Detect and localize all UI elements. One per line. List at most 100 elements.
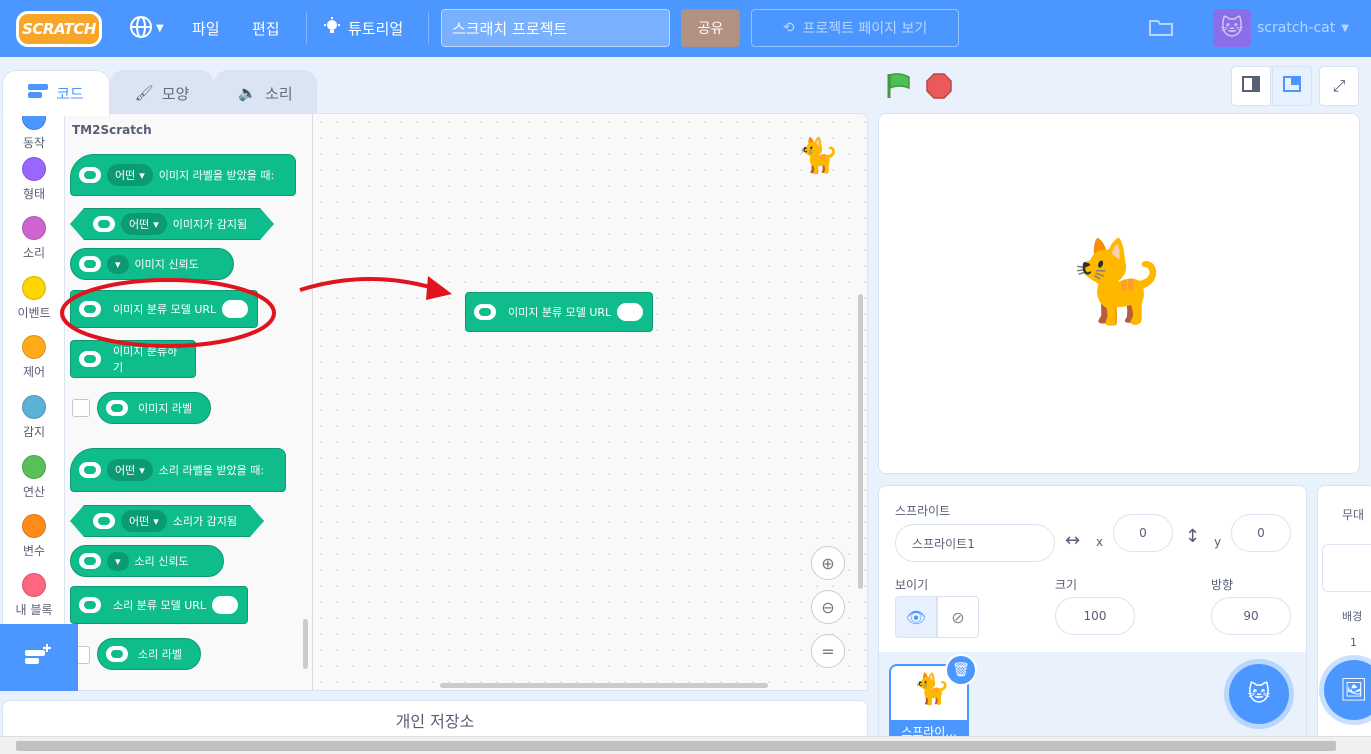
eye-slash-icon: ⊘ bbox=[951, 607, 965, 627]
delete-sprite-button[interactable]: 🗑 bbox=[945, 654, 977, 686]
block-sound-label[interactable]: 소리 라벨 bbox=[97, 638, 201, 670]
show-sprite-button[interactable]: 👁 bbox=[895, 596, 937, 638]
block-text: 이미지 분류 모델 URL bbox=[508, 306, 612, 319]
block-image-label[interactable]: 이미지 라벨 bbox=[97, 392, 211, 424]
image-label-checkbox[interactable] bbox=[72, 399, 90, 417]
menu-bar: SCRATCH ▼ 파일 편집 튜토리얼 스크래치 프로젝트 공유 ⟲ 프로젝트… bbox=[0, 0, 1371, 57]
size-input[interactable]: 100 bbox=[1055, 597, 1135, 635]
category-my-blocks[interactable]: 내 블록 bbox=[3, 573, 65, 618]
block-image-detected[interactable]: 어떤 ▾ 이미지가 감지됨 bbox=[70, 208, 274, 240]
block-sound-model-url[interactable]: 소리 분류 모델 URL bbox=[70, 586, 248, 624]
stage[interactable]: 🐈 bbox=[878, 113, 1360, 474]
block-image-confidence[interactable]: ▾ 이미지 신뢰도 bbox=[70, 248, 234, 280]
tab-code[interactable]: 코드 bbox=[2, 70, 110, 116]
url-input[interactable] bbox=[617, 303, 644, 321]
sprite-name-input[interactable]: 스프라이트1 bbox=[895, 524, 1055, 562]
block-text: 소리 라벨 bbox=[138, 648, 182, 661]
category-motion[interactable]: 동작 bbox=[3, 114, 65, 151]
tab-costumes[interactable]: 🖌 모양 bbox=[110, 70, 214, 116]
add-backdrop-button[interactable]: 🖼 bbox=[1324, 660, 1371, 720]
account-menu[interactable]: 🐱 scratch-cat ▼ bbox=[1213, 9, 1349, 47]
stop-button[interactable] bbox=[925, 72, 953, 104]
tab-costumes-label: 모양 bbox=[161, 84, 190, 103]
workspace-block-image-model-url[interactable]: 이미지 분류 모델 URL bbox=[465, 292, 653, 332]
palette-scrollbar[interactable] bbox=[303, 619, 308, 669]
category-looks-label: 형태 bbox=[22, 187, 46, 201]
direction-label: 방향 bbox=[1211, 578, 1234, 592]
category-control-label: 제어 bbox=[22, 365, 46, 379]
category-sensing[interactable]: 감지 bbox=[3, 395, 65, 440]
backpack[interactable]: 개인 저장소 bbox=[2, 700, 868, 740]
zoom-in-button[interactable]: ⊕ bbox=[811, 546, 845, 580]
block-classify-image[interactable]: 이미지 분류하기 bbox=[70, 340, 196, 378]
label-dropdown[interactable]: 어떤 ▾ bbox=[107, 459, 153, 481]
hide-sprite-button[interactable]: ⊘ bbox=[937, 596, 979, 638]
extension-icon bbox=[79, 351, 101, 367]
category-control[interactable]: 제어 bbox=[3, 335, 65, 380]
workspace-vertical-scrollbar[interactable] bbox=[858, 294, 863, 589]
language-menu[interactable]: ▼ bbox=[129, 0, 164, 57]
block-sound-confidence[interactable]: ▾ 소리 신뢰도 bbox=[70, 545, 224, 577]
project-title-input[interactable]: 스크래치 프로젝트 bbox=[441, 9, 670, 47]
tab-code-label: 코드 bbox=[56, 84, 84, 103]
url-input[interactable] bbox=[212, 596, 239, 614]
block-when-image-label[interactable]: 어떤 ▾ 이미지 라벨을 받았을 때: bbox=[70, 154, 296, 196]
see-project-page-button[interactable]: ⟲ 프로젝트 페이지 보기 bbox=[751, 9, 959, 47]
zoom-reset-button[interactable]: = bbox=[811, 634, 845, 668]
tutorials-menu[interactable]: 튜토리얼 bbox=[323, 0, 403, 57]
scratch-logo[interactable]: SCRATCH bbox=[16, 11, 102, 47]
label-dropdown[interactable]: ▾ bbox=[107, 551, 129, 571]
script-workspace[interactable]: 🐈 이미지 분류 모델 URL ⊕ ⊖ = bbox=[313, 114, 867, 690]
label-dropdown[interactable]: 어떤 ▾ bbox=[121, 510, 167, 532]
block-sound-detected[interactable]: 어떤 ▾ 소리가 감지됨 bbox=[70, 505, 264, 537]
edit-menu[interactable]: 편집 bbox=[252, 0, 280, 57]
category-menu: 동작 형태 소리 이벤트 제어 감지 연산 변수 내 블록 bbox=[3, 114, 65, 690]
small-stage-button[interactable] bbox=[1231, 66, 1271, 106]
add-extension-button[interactable] bbox=[0, 624, 78, 691]
code-area: 동작 형태 소리 이벤트 제어 감지 연산 변수 내 블록 TM2Scratch… bbox=[2, 113, 868, 691]
backdrop-thumbnail[interactable] bbox=[1322, 544, 1371, 592]
category-looks[interactable]: 형태 bbox=[3, 157, 65, 202]
block-when-sound-label[interactable]: 어떤 ▾ 소리 라벨을 받았을 때: bbox=[70, 448, 286, 492]
label-dropdown[interactable]: 어떤 ▾ bbox=[107, 164, 153, 186]
block-palette: TM2Scratch 어떤 ▾ 이미지 라벨을 받았을 때: 어떤 ▾ 이미지가 감… bbox=[65, 114, 313, 690]
y-input[interactable]: 0 bbox=[1231, 514, 1291, 552]
url-input[interactable] bbox=[222, 300, 249, 318]
block-text: 이미지 분류 모델 URL bbox=[113, 303, 217, 316]
label-dropdown[interactable]: 어떤 ▾ bbox=[121, 213, 167, 235]
browser-horizontal-scrollbar[interactable] bbox=[0, 736, 1371, 754]
my-stuff-button[interactable] bbox=[1148, 0, 1174, 57]
add-sprite-button[interactable]: 🐱 bbox=[1229, 664, 1289, 724]
category-variables-label: 변수 bbox=[22, 544, 46, 558]
workspace-horizontal-scrollbar[interactable] bbox=[440, 683, 768, 688]
category-events[interactable]: 이벤트 bbox=[3, 276, 65, 321]
fullscreen-icon: ⤢ bbox=[1332, 76, 1346, 95]
folder-icon bbox=[1148, 17, 1174, 41]
lightbulb-icon bbox=[323, 16, 341, 41]
block-text: 이미지가 감지됨 bbox=[172, 218, 248, 231]
file-menu[interactable]: 파일 bbox=[192, 0, 220, 57]
share-button[interactable]: 공유 bbox=[681, 9, 740, 47]
green-flag-button[interactable] bbox=[885, 72, 913, 104]
category-variables[interactable]: 변수 bbox=[3, 514, 65, 559]
extension-icon bbox=[93, 513, 115, 529]
vertical-arrows-icon: ↕ bbox=[1185, 526, 1201, 547]
fullscreen-button[interactable]: ⤢ bbox=[1319, 66, 1359, 106]
add-extension-icon bbox=[25, 643, 53, 672]
stage-backdrop-pane: 무대 배경 1 🖼 bbox=[1317, 485, 1371, 745]
x-input[interactable]: 0 bbox=[1113, 514, 1173, 552]
normal-stage-button[interactable] bbox=[1272, 66, 1312, 106]
label-dropdown[interactable]: ▾ bbox=[107, 254, 129, 274]
scrollbar-thumb[interactable] bbox=[16, 741, 1336, 751]
block-text: 소리 신뢰도 bbox=[134, 555, 189, 568]
see-project-page-label: 프로젝트 페이지 보기 bbox=[802, 21, 928, 37]
sprite-cat[interactable]: 🐈 bbox=[1067, 242, 1167, 322]
tab-sounds[interactable]: 🔈 소리 bbox=[214, 70, 317, 116]
category-my-blocks-dot bbox=[22, 573, 46, 597]
category-sound[interactable]: 소리 bbox=[3, 216, 65, 261]
direction-input[interactable]: 90 bbox=[1211, 597, 1291, 635]
block-image-model-url[interactable]: 이미지 분류 모델 URL bbox=[70, 290, 258, 328]
category-operators[interactable]: 연산 bbox=[3, 455, 65, 500]
globe-icon bbox=[129, 15, 153, 43]
zoom-out-button[interactable]: ⊖ bbox=[811, 590, 845, 624]
